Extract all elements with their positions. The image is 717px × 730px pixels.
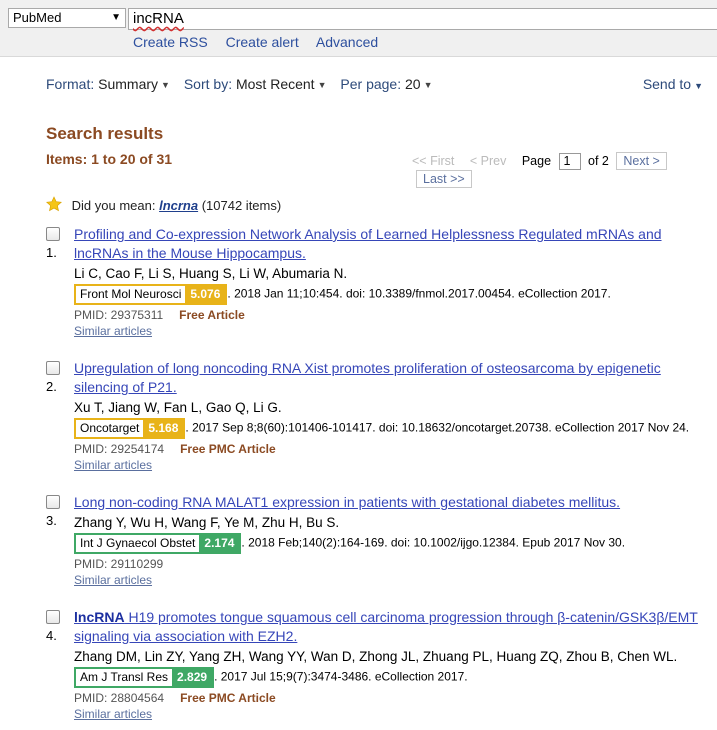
result-title-link[interactable]: Profiling and Co-expression Network Anal…	[74, 225, 704, 263]
result-title-link[interactable]: Upregulation of long noncoding RNA Xist …	[74, 359, 704, 397]
result-title-highlight: lncRNA	[74, 609, 125, 625]
similar-articles-link[interactable]: Similar articles	[74, 323, 704, 339]
result-citation: Am J Transl Res 2.829. 2017 Jul 15;9(7):3…	[74, 667, 704, 688]
free-article-label: Free PMC Article	[180, 691, 276, 705]
impact-factor: 5.076	[185, 286, 226, 303]
journal-name: Oncotarget	[80, 421, 140, 435]
journal-badge[interactable]: Front Mol Neurosci 5.076	[74, 284, 228, 305]
result-title-text: Upregulation of long noncoding RNA Xist …	[74, 360, 661, 395]
did-you-mean-label: Did you mean:	[71, 198, 156, 213]
search-sublinks: Create RSS Create alert Advanced	[133, 34, 392, 50]
format-dropdown[interactable]: Format: Summary ▼	[46, 76, 170, 92]
send-to-label: Send to	[642, 76, 692, 92]
page-total: of 2	[588, 154, 609, 168]
results-title: Search results	[46, 124, 164, 143]
free-article-label: Free Article	[179, 308, 245, 322]
send-to-dropdown[interactable]: Send to ▼	[643, 76, 703, 92]
impact-factor: 2.174	[199, 535, 240, 552]
per-page-value: 20	[405, 76, 421, 92]
journal-badge[interactable]: Int J Gynaecol Obstet 2.174	[74, 533, 242, 554]
format-label: Format	[46, 76, 91, 92]
search-input[interactable]: incRNA	[128, 8, 717, 30]
result-number: 3.	[46, 513, 57, 528]
create-rss-link[interactable]: Create RSS	[133, 34, 208, 50]
first-page-link: << First	[412, 154, 455, 168]
result-pmid: PMID: 28804564	[74, 691, 165, 705]
sort-value: Most Recent	[235, 76, 315, 92]
journal-name: Front Mol Neurosci	[80, 287, 182, 301]
did-you-mean: Did you mean: lncrna (10742 items)	[46, 196, 281, 213]
result-number: 4.	[46, 628, 57, 643]
did-you-mean-count: (10742 items)	[201, 198, 282, 213]
star-icon	[46, 196, 62, 212]
similar-articles-link[interactable]: Similar articles	[74, 706, 704, 722]
page-number-input[interactable]: 1	[558, 153, 581, 171]
chevron-down-icon: ▼	[317, 80, 327, 91]
result-title-text: Profiling and Co-expression Network Anal…	[74, 226, 662, 261]
result-authors: Zhang DM, Lin ZY, Yang ZH, Wang YY, Wan …	[74, 649, 678, 664]
last-page-button[interactable]: Last >>	[416, 170, 472, 189]
search-bar: PubMed ▼ incRNA Create RSS Create alert …	[0, 0, 717, 57]
database-select-value: PubMed	[13, 10, 62, 25]
result-checkbox[interactable]	[46, 361, 60, 375]
sort-dropdown[interactable]: Sort by: Most Recent ▼	[184, 76, 327, 92]
advanced-search-link[interactable]: Advanced	[316, 34, 378, 50]
result-checkbox[interactable]	[46, 610, 60, 624]
sort-label: Sort by	[183, 76, 229, 92]
result-number: 2.	[46, 379, 57, 394]
result-title-link[interactable]: Long non-coding RNA MALAT1 expression in…	[74, 493, 704, 512]
similar-articles-link[interactable]: Similar articles	[74, 572, 704, 588]
result-citation: Int J Gynaecol Obstet 2.174. 2018 Feb;140…	[74, 533, 704, 554]
format-value: Summary	[98, 76, 159, 92]
similar-articles-link[interactable]: Similar articles	[74, 457, 704, 473]
result-pmid: PMID: 29110299	[74, 557, 164, 571]
result-checkbox[interactable]	[46, 495, 60, 509]
result-meta: PMID: 29110299	[74, 556, 704, 572]
result-citation: Front Mol Neurosci 5.076. 2018 Jan 11;10:…	[74, 284, 704, 305]
journal-name: Am J Transl Res	[80, 670, 169, 684]
next-page-button[interactable]: Next >	[616, 152, 667, 170]
impact-factor: 2.829	[172, 669, 213, 686]
result-meta: PMID: 29254174 Free PMC Article	[74, 441, 704, 457]
journal-badge[interactable]: Oncotarget 5.168	[74, 418, 186, 439]
chevron-down-icon: ▼	[423, 80, 433, 91]
per-page-label: Per page	[340, 76, 398, 92]
display-settings-toolbar: Format: Summary ▼ Sort by: Most Recent ▼ P…	[46, 76, 706, 92]
result-citation: Oncotarget 5.168. 2017 Sep 8;8(60):101406…	[74, 418, 704, 439]
create-alert-link[interactable]: Create alert	[226, 34, 299, 50]
pagination: << First < Prev Page 1 of 2 Next > Last …	[412, 152, 717, 189]
result-number: 1.	[46, 245, 57, 260]
free-article-label: Free PMC Article	[180, 442, 276, 456]
chevron-down-icon: ▼	[111, 12, 121, 23]
journal-name: Int J Gynaecol Obstet	[80, 536, 196, 550]
items-count: Items: 1 to 20 of 31	[46, 151, 173, 167]
result-authors: Li C, Cao F, Li S, Huang S, Li W, Abumar…	[74, 266, 348, 281]
per-page-dropdown[interactable]: Per page: 20 ▼	[340, 76, 432, 92]
journal-badge[interactable]: Am J Transl Res 2.829	[74, 667, 215, 688]
chevron-down-icon: ▼	[161, 80, 170, 91]
result-meta: PMID: 28804564 Free PMC Article	[74, 690, 704, 706]
impact-factor: 5.168	[143, 420, 184, 437]
citation-details: . 2017 Sep 8;8(60):101406-101417. doi: 1…	[185, 420, 690, 435]
chevron-down-icon: ▼	[694, 81, 703, 91]
citation-details: . 2018 Feb;140(2):164-169. doi: 10.1002/…	[241, 535, 626, 550]
result-pmid: PMID: 29254174	[74, 442, 165, 456]
database-select[interactable]: PubMed ▼	[8, 8, 126, 28]
result-authors: Xu T, Jiang W, Fan L, Gao Q, Li G.	[74, 400, 282, 415]
result-title-link[interactable]: lncRNA H19 promotes tongue squamous cell…	[74, 608, 704, 646]
result-title-text: Long non-coding RNA MALAT1 expression in…	[74, 494, 621, 510]
page-label: Page	[521, 154, 552, 168]
result-title-text: H19 promotes tongue squamous cell carcin…	[74, 609, 698, 644]
result-checkbox[interactable]	[46, 227, 60, 241]
citation-details: . 2018 Jan 11;10:454. doi: 10.3389/fnmol…	[227, 286, 611, 301]
citation-details: . 2017 Jul 15;9(7):3474-3486. eCollectio…	[214, 669, 468, 684]
did-you-mean-suggestion-link[interactable]: lncrna	[159, 198, 198, 213]
result-authors: Zhang Y, Wu H, Wang F, Ye M, Zhu H, Bu S…	[74, 515, 340, 530]
prev-page-link: < Prev	[469, 154, 507, 168]
result-meta: PMID: 29375311 Free Article	[74, 307, 704, 323]
result-pmid: PMID: 29375311	[74, 308, 164, 322]
